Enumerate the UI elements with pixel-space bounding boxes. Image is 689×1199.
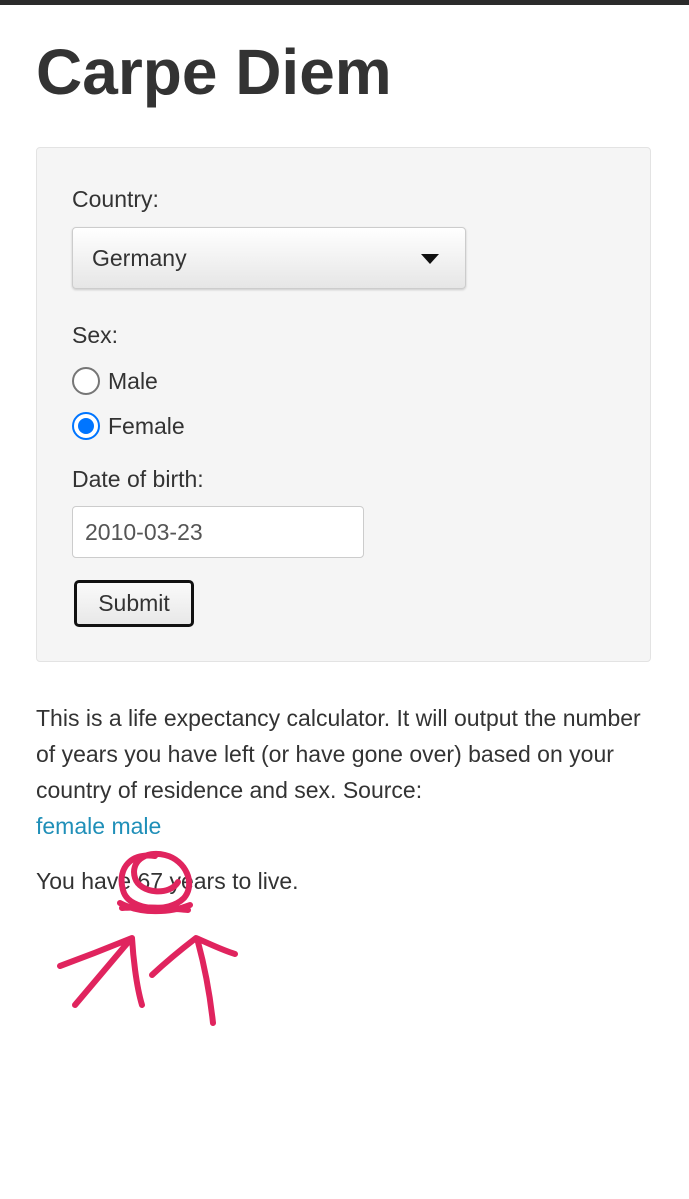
input-panel: Country: Germany Sex: Male Female Date o… — [36, 147, 651, 662]
radio-female[interactable] — [72, 412, 100, 440]
dob-input[interactable] — [72, 506, 364, 558]
country-label: Country: — [72, 186, 159, 212]
description: This is a life expectancy calculator. It… — [36, 700, 656, 844]
result-prefix: You have — [36, 868, 132, 894]
radio-male-label: Male — [108, 368, 158, 394]
sex-label: Sex: — [72, 322, 119, 348]
page-title: Carpe Diem — [36, 36, 392, 108]
result-suffix: years to live. — [169, 868, 299, 894]
dob-label: Date of birth: — [72, 466, 204, 492]
result-years: 67 — [137, 868, 164, 894]
caret-down-icon — [421, 254, 439, 264]
annotation-arrow-right — [149, 935, 238, 1026]
description-text: This is a life expectancy calculator. It… — [36, 705, 641, 803]
source-link-male[interactable]: male — [111, 813, 161, 839]
country-select-value: Germany — [92, 245, 187, 271]
country-select[interactable]: Germany — [72, 227, 466, 289]
radio-female-label: Female — [108, 413, 185, 439]
result-text: You have 67 years to live. — [36, 863, 299, 899]
annotation-arrow-left — [57, 935, 145, 1008]
source-link-female[interactable]: female — [36, 813, 105, 839]
submit-button[interactable]: Submit — [74, 580, 194, 627]
top-bar — [0, 0, 689, 5]
radio-male[interactable] — [72, 367, 100, 395]
annotation-scribble — [117, 900, 193, 915]
